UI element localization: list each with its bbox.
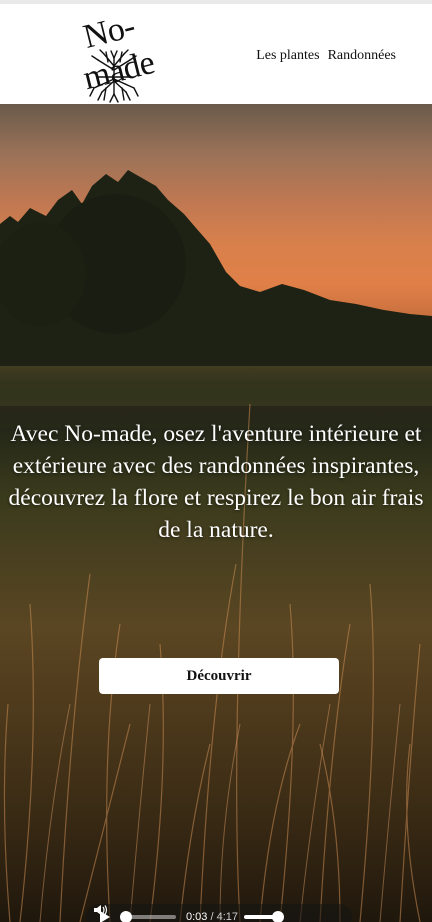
duration: 4:17 [216, 911, 239, 922]
tree-icon [89, 49, 139, 103]
logo[interactable]: No-made [50, 8, 172, 103]
volume-icon[interactable] [94, 904, 108, 916]
time-display: 0:03 / 4:17 [186, 911, 238, 922]
hero-section: Avec No-made, osez l'aventure intérieure… [0, 104, 432, 922]
volume-slider[interactable] [244, 911, 285, 922]
discover-button[interactable]: Découvrir [99, 658, 339, 694]
nav-link-plantes[interactable]: Les plantes [256, 48, 319, 64]
main-nav: Les plantes Randonnées [256, 48, 396, 64]
audio-player: 0:03 / 4:17 [86, 904, 352, 922]
nav-link-randonnees[interactable]: Randonnées [328, 48, 396, 64]
hero-tagline: Avec No-made, osez l'aventure intérieure… [8, 421, 424, 543]
seek-slider[interactable] [120, 911, 176, 922]
volume-knob[interactable] [272, 911, 285, 922]
time-separator: / [210, 911, 214, 922]
current-time: 0:03 [186, 911, 208, 922]
site-header: No-made Les plantes Randonnées [0, 4, 432, 104]
seek-knob[interactable] [120, 911, 132, 922]
